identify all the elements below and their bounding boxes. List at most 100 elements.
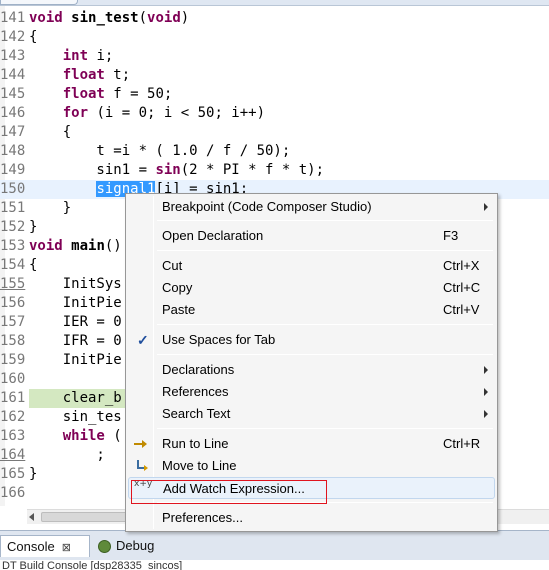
code-text: InitSys xyxy=(29,276,122,292)
menu-separator xyxy=(157,250,493,251)
menu-item-declarations[interactable]: Declarations xyxy=(128,359,495,381)
line-number: 160 xyxy=(0,371,26,387)
line-number: 146 xyxy=(0,105,26,121)
line-number: 143 xyxy=(0,48,26,64)
code-line: 143 int i; xyxy=(0,47,549,66)
line-number: 155 xyxy=(0,276,26,292)
line-number: 141 xyxy=(0,10,26,26)
close-icon[interactable]: ⊠ xyxy=(62,542,71,554)
code-text: ; xyxy=(29,447,105,463)
code-line: 142{ xyxy=(0,28,549,47)
code-line: 149 sin1 = sin(2 * PI * f * t); xyxy=(0,161,549,180)
line-number: 158 xyxy=(0,333,26,349)
menu-item-label: Declarations xyxy=(162,362,235,377)
menu-separator xyxy=(157,324,493,325)
tab-debug-label: Debug xyxy=(116,538,155,553)
menu-item-shortcut: Ctrl+V xyxy=(443,302,480,317)
menu-separator xyxy=(157,428,493,429)
code-text: InitPie xyxy=(29,352,122,368)
code-text: for (i = 0; i < 50; i++) xyxy=(62,105,266,121)
line-number: 149 xyxy=(0,162,26,178)
menu-item-cut[interactable]: Cut Ctrl+X xyxy=(128,255,495,277)
menu-item-shortcut: F3 xyxy=(443,228,459,243)
line-number: 144 xyxy=(0,67,26,83)
code-text: t =i * ( 1.0 / f / 50); xyxy=(29,143,291,159)
menu-item-run-to-line[interactable]: Run to Line Ctrl+R xyxy=(128,433,495,455)
menu-item-label: Search Text xyxy=(162,406,231,421)
code-line: 147 { xyxy=(0,123,549,142)
code-line: 146 for (i = 0; i < 50; i++) xyxy=(0,104,549,123)
line-number: 156 xyxy=(0,295,26,311)
menu-item-move-to-line[interactable]: Move to Line xyxy=(128,455,495,477)
line-number: 164 xyxy=(0,447,26,463)
menu-item-open-declaration[interactable]: Open Declaration F3 xyxy=(128,225,495,247)
run-to-line-icon xyxy=(134,439,148,449)
tab-debug[interactable]: Debug xyxy=(98,535,154,557)
line-number: 148 xyxy=(0,143,26,159)
editor-tab[interactable] xyxy=(0,0,78,5)
editor-tab-strip xyxy=(0,0,549,6)
menu-item-shortcut: Ctrl+X xyxy=(443,258,480,273)
code-text: } xyxy=(29,200,72,216)
menu-separator xyxy=(157,354,493,355)
console-title: DT Build Console [dsp28335_sincos] xyxy=(0,560,549,570)
code-text: int i; xyxy=(62,48,114,64)
code-text: { xyxy=(29,124,72,140)
menu-item-label: Breakpoint (Code Composer Studio) xyxy=(162,199,372,214)
bug-icon xyxy=(98,540,111,553)
line-number: 159 xyxy=(0,352,26,368)
code-text: IER = 0 xyxy=(29,314,122,330)
menu-item-copy[interactable]: Copy Ctrl+C xyxy=(128,277,495,299)
code-text: clear_b xyxy=(29,390,122,406)
code-text: sin1 = sin(2 * PI * f * t); xyxy=(29,162,325,178)
code-line: 145 float f = 50; xyxy=(0,85,549,104)
submenu-arrow-icon xyxy=(484,388,488,396)
tab-console[interactable]: Console ⊠ xyxy=(0,535,90,557)
menu-item-use-spaces-for-tab[interactable]: ✓ Use Spaces for Tab xyxy=(128,329,495,351)
line-number: 161 xyxy=(0,390,26,406)
menu-item-label: Preferences... xyxy=(162,510,243,525)
submenu-arrow-icon xyxy=(484,366,488,374)
submenu-arrow-icon xyxy=(484,410,488,418)
menu-item-preferences[interactable]: Preferences... xyxy=(128,507,495,529)
line-number: 152 xyxy=(0,219,26,235)
line-number: 163 xyxy=(0,428,26,444)
menu-item-search-text[interactable]: Search Text xyxy=(128,403,495,425)
menu-item-label: Use Spaces for Tab xyxy=(162,332,276,347)
scroll-left-icon[interactable] xyxy=(29,513,34,521)
menu-separator xyxy=(157,220,493,221)
line-number: 157 xyxy=(0,314,26,330)
code-text: } xyxy=(29,466,38,482)
menu-item-label: References xyxy=(162,384,229,399)
menu-item-shortcut: Ctrl+C xyxy=(443,280,481,295)
menu-item-references[interactable]: References xyxy=(128,381,495,403)
menu-item-label: Run to Line xyxy=(162,436,229,451)
menu-item-label: Cut xyxy=(162,258,183,273)
line-number: 153 xyxy=(0,238,26,254)
line-number: 154 xyxy=(0,257,26,273)
code-text: IFR = 0 xyxy=(29,333,122,349)
menu-item-shortcut: Ctrl+R xyxy=(443,436,481,451)
menu-item-label: Paste xyxy=(162,302,196,317)
line-number: 142 xyxy=(0,29,26,45)
code-text: float t; xyxy=(62,67,131,83)
line-number: 145 xyxy=(0,86,26,102)
code-text: } xyxy=(29,219,38,235)
code-text: { xyxy=(29,29,38,45)
move-to-line-icon xyxy=(135,460,148,472)
line-number: 165 xyxy=(0,466,26,482)
menu-item-label: Open Declaration xyxy=(162,228,264,243)
line-number: 162 xyxy=(0,409,26,425)
highlight-callout-box xyxy=(131,480,327,504)
menu-item-breakpoint[interactable]: Breakpoint (Code Composer Studio) xyxy=(128,196,495,218)
checkmark-icon: ✓ xyxy=(137,332,149,348)
menu-item-label: Copy xyxy=(162,280,193,295)
tab-console-label: Console xyxy=(7,539,55,554)
menu-item-label: Move to Line xyxy=(162,458,237,473)
code-text: float f = 50; xyxy=(62,86,173,102)
code-line: 141 void sin_test(void) xyxy=(0,9,549,28)
code-text: sin_tes xyxy=(29,409,122,425)
code-text: void main() xyxy=(29,238,122,254)
menu-item-paste[interactable]: Paste Ctrl+V xyxy=(128,299,495,321)
code-text: { xyxy=(29,257,38,273)
